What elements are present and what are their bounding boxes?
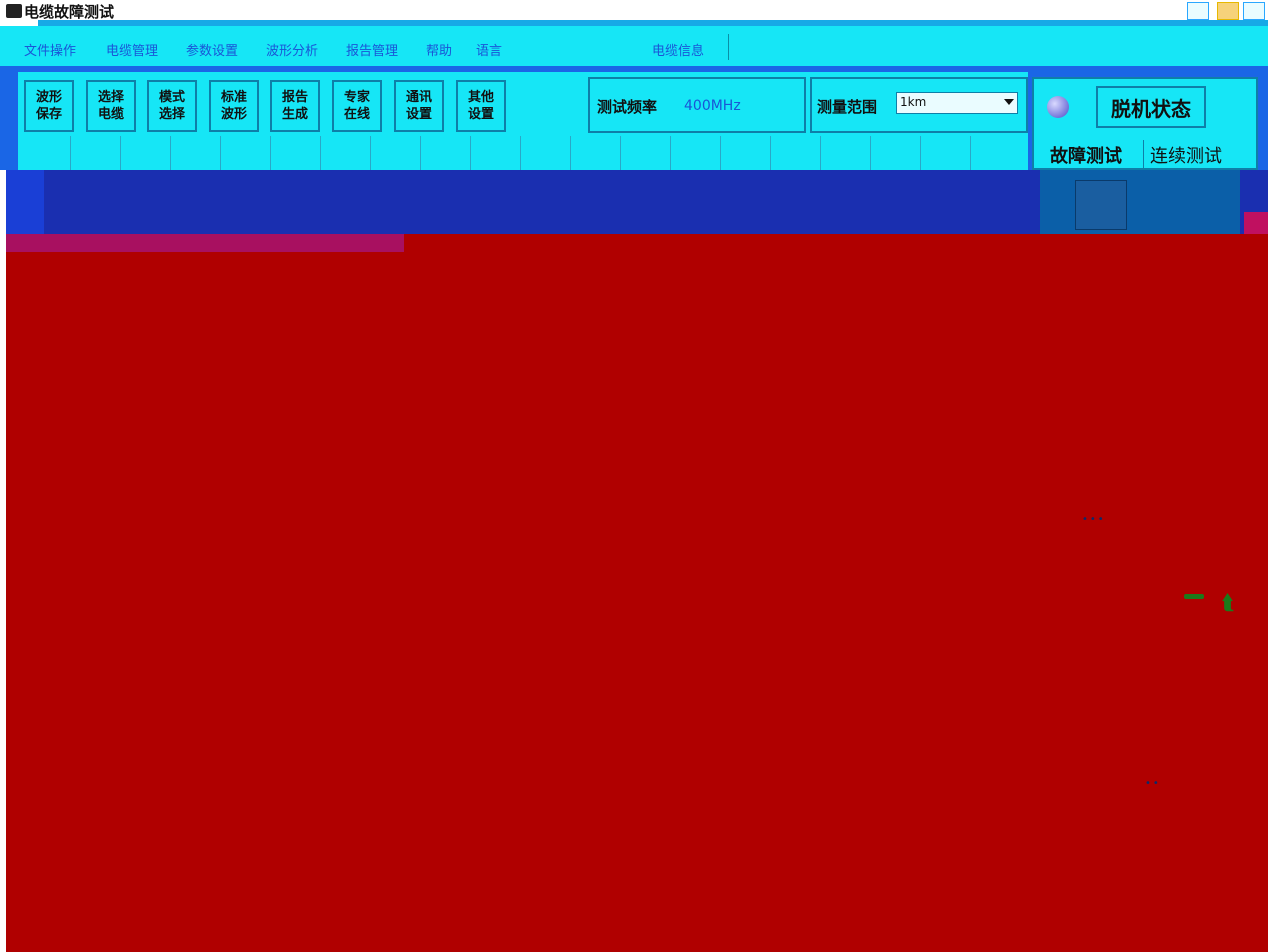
communication-settings-button[interactable]: 通讯 设置 [394,80,444,132]
minus-icon[interactable] [1184,594,1204,599]
menu-report-management[interactable]: 报告管理 [346,40,398,59]
button-label: 专家 在线 [343,90,370,122]
grid-divider [120,136,121,170]
waveform-canvas[interactable] [6,234,1268,952]
chevron-down-icon[interactable] [1004,99,1014,105]
side-info-box [1040,170,1240,234]
menu-file[interactable]: 文件操作 [24,40,76,59]
button-label: 波形 保存 [35,90,62,122]
grid-divider [970,136,971,170]
minimize-button[interactable] [1187,2,1209,20]
marker-arrow-icon[interactable]: ⮬ [1222,590,1234,614]
side-info-button[interactable] [1075,180,1127,230]
info-band-edge [6,170,44,234]
tab-divider [1143,140,1144,170]
cursor-marker-dots[interactable]: •• [1145,778,1161,789]
close-button[interactable] [1243,2,1265,20]
menu-help[interactable]: 帮助 [426,40,452,59]
measure-range-value: 1km [900,95,927,109]
grid-divider [670,136,671,170]
button-label: 标准 波形 [220,90,247,122]
grid-divider [920,136,921,170]
grid-divider [420,136,421,170]
grid-divider [170,136,171,170]
menu-parameter-settings[interactable]: 参数设置 [186,40,238,59]
other-settings-button[interactable]: 其他 设置 [456,80,506,132]
cable-info-field[interactable] [728,34,1268,60]
grid-divider [720,136,721,170]
grid-divider [370,136,371,170]
title-bar [0,0,1268,22]
menu-language[interactable]: 语言 [476,40,502,59]
grid-divider [270,136,271,170]
grid-divider [620,136,621,170]
select-cable-button[interactable]: 选择 电缆 [86,80,136,132]
menu-cable-management[interactable]: 电缆管理 [106,40,158,59]
cable-info-label: 电缆信息 [652,44,705,59]
test-frequency-value: 400MHz [684,98,741,114]
button-label: 通讯 设置 [405,90,432,122]
offline-status-button[interactable]: 脱机状态 [1096,86,1206,128]
button-label: 选择 电缆 [97,90,124,122]
grid-divider [470,136,471,170]
measure-range-label: 测量范围 [817,98,878,116]
tab-fault-test[interactable]: 故障测试 [1050,142,1122,168]
standard-waveform-button[interactable]: 标准 波形 [209,80,259,132]
save-waveform-button[interactable]: 波形 保存 [24,80,74,132]
waveform-header-stripe [6,234,404,252]
test-frequency-label: 测试频率 [597,98,658,116]
maximize-button[interactable] [1217,2,1239,20]
app-icon [6,4,22,18]
mode-select-button[interactable]: 模式 选择 [147,80,197,132]
window-title: 电缆故障测试 [24,3,115,21]
side-tab[interactable] [1244,212,1268,234]
grid-divider [320,136,321,170]
grid-divider [220,136,221,170]
grid-divider [820,136,821,170]
expert-online-button[interactable]: 专家 在线 [332,80,382,132]
status-led-icon [1047,96,1069,118]
grid-divider [770,136,771,170]
grid-divider [570,136,571,170]
menu-waveform-analysis[interactable]: 波形分析 [266,40,318,59]
grid-divider [520,136,521,170]
button-label: 报告 生成 [281,90,308,122]
cursor-marker-dots[interactable]: ••• [1082,514,1106,525]
grid-divider [70,136,71,170]
tab-continuous-test[interactable]: 连续测试 [1150,142,1238,170]
button-label: 其他 设置 [467,90,494,122]
grid-divider [870,136,871,170]
button-label: 模式 选择 [158,90,185,122]
generate-report-button[interactable]: 报告 生成 [270,80,320,132]
